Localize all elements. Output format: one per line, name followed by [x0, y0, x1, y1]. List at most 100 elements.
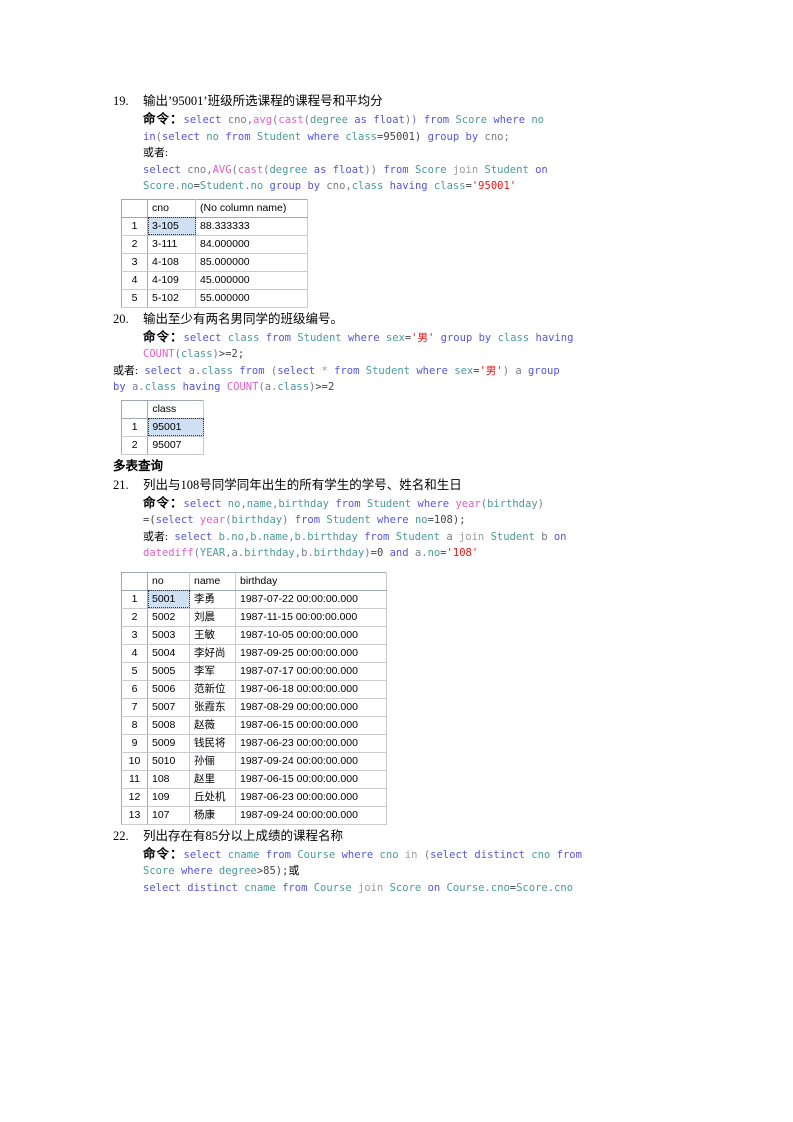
cell-no[interactable]: 5004 [147, 644, 190, 663]
question-21-command-1: 命令：select no,name,birthday from Student … [143, 495, 544, 527]
column-header-rownum [121, 572, 148, 591]
cell-name[interactable]: 王敏 [189, 626, 236, 645]
cell-no[interactable]: 107 [147, 806, 190, 825]
cell-name[interactable]: 张霞东 [189, 698, 236, 717]
cell-name[interactable]: 李军 [189, 662, 236, 681]
table-row[interactable]: 3 5003 王敏 1987-10-05 00:00:00.000 [121, 626, 387, 645]
cell-name[interactable]: 李好尚 [189, 644, 236, 663]
cell-birthday[interactable]: 1987-11-15 00:00:00.000 [235, 608, 387, 627]
cell-cno[interactable]: 3-105 [147, 217, 196, 236]
table-row[interactable]: 12 109 丘处机 1987-06-23 00:00:00.000 [121, 788, 387, 807]
cell-birthday[interactable]: 1987-07-17 00:00:00.000 [235, 662, 387, 681]
question-20-command-2: 或者: select a.class from (select * from S… [113, 364, 560, 394]
question-22-title: 列出存在有85分以上成绩的课程名称 [143, 828, 344, 843]
cell-no[interactable]: 5009 [147, 734, 190, 753]
cell-cno[interactable]: 4-108 [147, 253, 196, 272]
question-22: 22. 列出存在有85分以上成绩的课程名称 命令：select cname fr… [113, 827, 681, 897]
row-number: 7 [121, 698, 148, 717]
cell-no[interactable]: 5002 [147, 608, 190, 627]
table-row[interactable]: 11 108 赵里 1987-06-15 00:00:00.000 [121, 770, 387, 789]
cell-no[interactable]: 108 [147, 770, 190, 789]
cell-no[interactable]: 5008 [147, 716, 190, 735]
question-21-command-2: 或者: select b.no,b.name,b.birthday from S… [143, 530, 567, 560]
cell-no[interactable]: 5006 [147, 680, 190, 699]
cell-name[interactable]: 刘晨 [189, 608, 236, 627]
cell-cno[interactable]: 5-102 [147, 289, 196, 308]
question-20-command-1: 命令：select class from Student where sex='… [143, 329, 574, 361]
cell-no[interactable]: 5005 [147, 662, 190, 681]
table-row[interactable]: 2 5002 刘晨 1987-11-15 00:00:00.000 [121, 608, 387, 627]
table-row[interactable]: 2 95007 [121, 436, 204, 455]
table-row[interactable]: 8 5008 赵薇 1987-06-15 00:00:00.000 [121, 716, 387, 735]
cell-birthday[interactable]: 1987-09-24 00:00:00.000 [235, 752, 387, 771]
cell-birthday[interactable]: 1987-09-25 00:00:00.000 [235, 644, 387, 663]
row-number: 1 [121, 418, 149, 437]
table-row[interactable]: 5 5005 李军 1987-07-17 00:00:00.000 [121, 662, 387, 681]
cell-name[interactable]: 李勇 [189, 590, 236, 609]
result-grid-class[interactable]: class 1 95001 2 95007 [121, 399, 204, 455]
cell-birthday[interactable]: 1987-06-15 00:00:00.000 [235, 770, 387, 789]
table-row[interactable]: 1 5001 李勇 1987-07-22 00:00:00.000 [121, 590, 387, 609]
command-label-22: 命令： [143, 846, 184, 861]
table-header-row: no name birthday [121, 572, 387, 591]
cell-no[interactable]: 109 [147, 788, 190, 807]
cell-birthday[interactable]: 1987-07-22 00:00:00.000 [235, 590, 387, 609]
cell-birthday[interactable]: 1987-06-23 00:00:00.000 [235, 788, 387, 807]
cell-value[interactable]: 45.000000 [195, 271, 308, 290]
column-header-class: class [147, 400, 204, 419]
cell-name[interactable]: 孙俪 [189, 752, 236, 771]
cell-cno[interactable]: 4-109 [147, 271, 196, 290]
cell-no[interactable]: 5003 [147, 626, 190, 645]
result-grid-students[interactable]: no name birthday 1 5001 李勇 1987-07-22 00… [121, 571, 387, 825]
table-row[interactable]: 6 5006 范新位 1987-06-18 00:00:00.000 [121, 680, 387, 699]
table-row[interactable]: 10 5010 孙俪 1987-09-24 00:00:00.000 [121, 752, 387, 771]
cell-name[interactable]: 范新位 [189, 680, 236, 699]
result-grid-avg-body: 1 3-105 88.333333 2 3-111 84.000000 3 4-… [121, 217, 308, 308]
cell-no[interactable]: 5010 [147, 752, 190, 771]
row-number: 11 [121, 770, 148, 789]
table-row[interactable]: 7 5007 张霞东 1987-08-29 00:00:00.000 [121, 698, 387, 717]
table-header-row: cno (No column name) [121, 199, 308, 218]
result-grid-avg[interactable]: cno (No column name) 1 3-105 88.333333 2… [121, 198, 308, 308]
cell-name[interactable]: 杨康 [189, 806, 236, 825]
table-row[interactable]: 9 5009 钱民将 1987-06-23 00:00:00.000 [121, 734, 387, 753]
table-row[interactable]: 1 3-105 88.333333 [121, 217, 308, 236]
cell-no[interactable]: 5007 [147, 698, 190, 717]
row-number: 1 [121, 590, 148, 609]
cell-name[interactable]: 赵薇 [189, 716, 236, 735]
cell-birthday[interactable]: 1987-06-15 00:00:00.000 [235, 716, 387, 735]
table-row[interactable]: 13 107 杨康 1987-09-24 00:00:00.000 [121, 806, 387, 825]
cell-name[interactable]: 赵里 [189, 770, 236, 789]
result-grid-students-body: 1 5001 李勇 1987-07-22 00:00:00.000 2 5002… [121, 590, 387, 825]
table-row[interactable]: 4 4-109 45.000000 [121, 271, 308, 290]
question-21-number: 21. [113, 477, 129, 492]
section-subheading: 多表查询 [113, 458, 164, 473]
cell-value[interactable]: 85.000000 [195, 253, 308, 272]
cell-value[interactable]: 84.000000 [195, 235, 308, 254]
cell-birthday[interactable]: 1987-06-18 00:00:00.000 [235, 680, 387, 699]
cell-cno[interactable]: 3-111 [147, 235, 196, 254]
question-19-command-1: 命令：select cno,avg(cast(degree as float))… [143, 112, 544, 143]
cell-no[interactable]: 5001 [147, 590, 190, 609]
table-row[interactable]: 4 5004 李好尚 1987-09-25 00:00:00.000 [121, 644, 387, 663]
cell-birthday[interactable]: 1987-09-24 00:00:00.000 [235, 806, 387, 825]
table-row[interactable]: 1 95001 [121, 418, 204, 437]
table-row[interactable]: 3 4-108 85.000000 [121, 253, 308, 272]
question-20-title: 输出至少有两名男同学的班级编号。 [143, 311, 344, 326]
cell-value[interactable]: 55.000000 [195, 289, 308, 308]
result-grid-class-body: 1 95001 2 95007 [121, 418, 204, 455]
cell-birthday[interactable]: 1987-08-29 00:00:00.000 [235, 698, 387, 717]
question-20-number: 20. [113, 311, 129, 326]
row-number: 6 [121, 680, 148, 699]
cell-class[interactable]: 95001 [147, 418, 204, 437]
question-19-title: 输出’95001’班级所选课程的课程号和平均分 [143, 94, 383, 108]
cell-name[interactable]: 丘处机 [189, 788, 236, 807]
cell-birthday[interactable]: 1987-06-23 00:00:00.000 [235, 734, 387, 753]
cell-class[interactable]: 95007 [147, 436, 204, 455]
table-row[interactable]: 5 5-102 55.000000 [121, 289, 308, 308]
question-19-number: 19. [113, 94, 129, 108]
cell-birthday[interactable]: 1987-10-05 00:00:00.000 [235, 626, 387, 645]
cell-name[interactable]: 钱民将 [189, 734, 236, 753]
table-row[interactable]: 2 3-111 84.000000 [121, 235, 308, 254]
cell-value[interactable]: 88.333333 [195, 217, 308, 236]
